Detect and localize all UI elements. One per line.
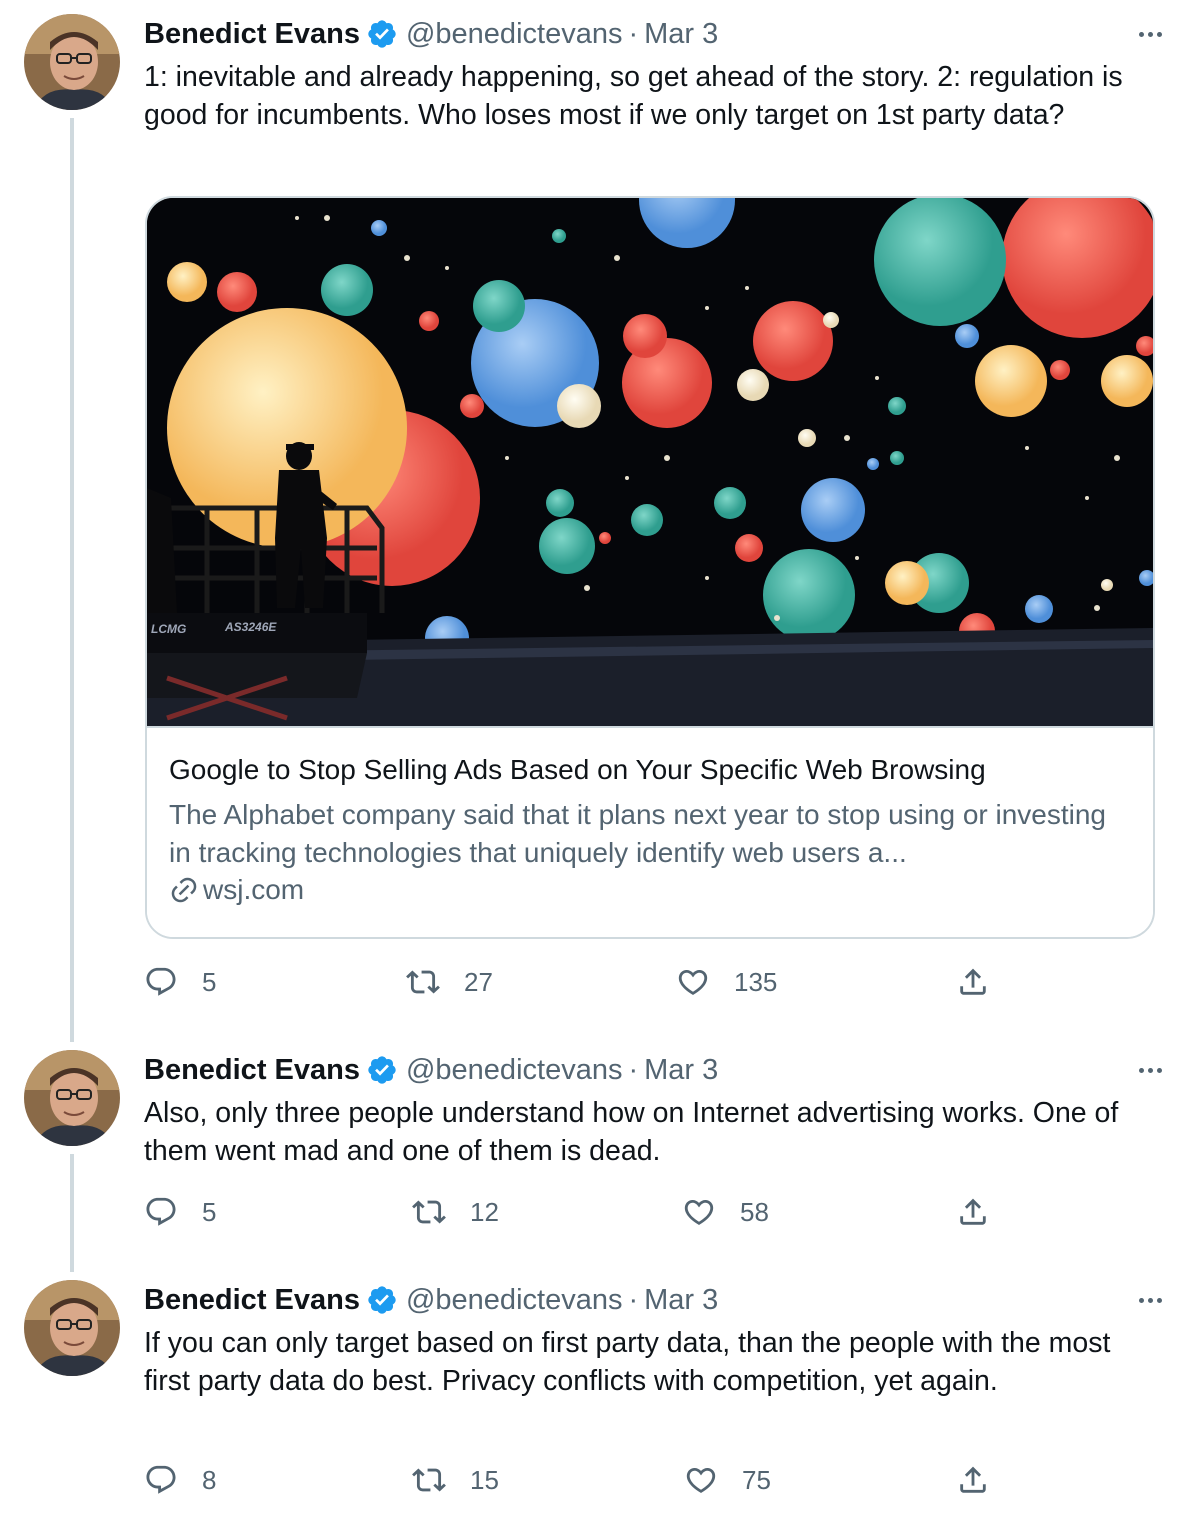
more-icon[interactable] xyxy=(1132,1052,1168,1088)
lift-label-left: LCMG xyxy=(151,622,186,636)
like-button[interactable]: 135 xyxy=(676,962,777,1002)
retweet-icon xyxy=(412,1468,446,1492)
tweet-date[interactable]: Mar 3 xyxy=(644,1054,718,1087)
like-count: 135 xyxy=(734,966,778,997)
retweet-count: 27 xyxy=(464,966,493,997)
card-image: LCMG AS3246E xyxy=(147,198,1153,726)
reply-button[interactable]: 8 xyxy=(144,1460,216,1500)
tweet-actions: 5 27 135 xyxy=(144,962,1044,1002)
retweet-icon xyxy=(406,970,440,994)
tweet-actions: 5 12 58 xyxy=(144,1192,1044,1232)
tweet-date[interactable]: Mar 3 xyxy=(644,18,718,51)
retweet-button[interactable]: 27 xyxy=(406,962,493,1002)
link-icon xyxy=(171,877,197,903)
tweet-header: Benedict Evans @benedictevans · Mar 3 xyxy=(144,1280,718,1320)
separator: · xyxy=(628,1053,639,1086)
reply-button[interactable]: 5 xyxy=(144,962,216,1002)
avatar[interactable] xyxy=(24,14,120,110)
tweet-header: Benedict Evans @benedictevans · Mar 3 xyxy=(144,14,718,54)
card-domain-text: wsj.com xyxy=(203,874,305,905)
tweet-date[interactable]: Mar 3 xyxy=(644,1284,718,1317)
card-title: Google to Stop Selling Ads Based on Your… xyxy=(169,754,986,785)
share-icon xyxy=(960,1466,986,1493)
like-icon xyxy=(686,1467,716,1493)
verified-badge-icon xyxy=(368,1056,396,1084)
separator: · xyxy=(628,17,639,50)
reply-icon xyxy=(146,1465,176,1494)
author-handle[interactable]: @benedictevans xyxy=(406,1054,622,1087)
author-handle[interactable]: @benedictevans xyxy=(406,18,622,51)
more-icon[interactable] xyxy=(1132,1282,1168,1318)
link-card[interactable]: LCMG AS3246E Google to Stop Selling Ads … xyxy=(145,196,1155,939)
reply-icon xyxy=(146,967,176,996)
share-button[interactable] xyxy=(956,1192,990,1232)
more-icon[interactable] xyxy=(1132,16,1168,52)
retweet-icon xyxy=(412,1200,446,1224)
separator: · xyxy=(628,1283,639,1316)
like-button[interactable]: 58 xyxy=(682,1192,769,1232)
tweet[interactable]: Benedict Evans @benedictevans · Mar 3 Al… xyxy=(0,1036,1186,1266)
retweet-button[interactable]: 12 xyxy=(412,1192,499,1232)
reply-count: 5 xyxy=(202,966,217,997)
verified-badge-icon xyxy=(368,20,396,48)
avatar[interactable] xyxy=(24,1050,120,1146)
author-name[interactable]: Benedict Evans xyxy=(144,18,360,51)
like-icon xyxy=(678,969,708,995)
like-button[interactable]: 75 xyxy=(684,1460,771,1500)
tweet-text: Also, only three people understand how o… xyxy=(144,1097,1119,1167)
avatar[interactable] xyxy=(24,1280,120,1376)
author-handle[interactable]: @benedictevans xyxy=(406,1284,622,1317)
like-count: 75 xyxy=(742,1464,771,1495)
tweet-header: Benedict Evans @benedictevans · Mar 3 xyxy=(144,1050,718,1090)
author-name[interactable]: Benedict Evans xyxy=(144,1054,360,1087)
author-name[interactable]: Benedict Evans xyxy=(144,1284,360,1317)
reply-icon xyxy=(146,1197,176,1226)
verified-badge-icon xyxy=(368,1286,396,1314)
tweet-actions: 8 15 75 xyxy=(144,1460,1044,1500)
tweet[interactable]: Benedict Evans @benedictevans · Mar 3 If… xyxy=(0,1266,1186,1520)
tweet-text: If you can only target based on first pa… xyxy=(144,1327,1111,1397)
retweet-count: 12 xyxy=(470,1196,499,1227)
card-body[interactable]: Google to Stop Selling Ads Based on Your… xyxy=(147,726,1153,937)
retweet-count: 15 xyxy=(470,1464,499,1495)
share-icon xyxy=(960,968,986,995)
retweet-button[interactable]: 15 xyxy=(412,1460,499,1500)
reply-count: 8 xyxy=(202,1464,217,1495)
tweet-text: 1: inevitable and already happening, so … xyxy=(144,61,1123,131)
reply-count: 5 xyxy=(202,1196,217,1227)
reply-button[interactable]: 5 xyxy=(144,1192,216,1232)
share-button[interactable] xyxy=(956,1460,990,1500)
lift-label-right: AS3246E xyxy=(224,620,277,634)
tweet[interactable]: Benedict Evans @benedictevans · Mar 3 1:… xyxy=(0,0,1186,1030)
card-description: The Alphabet company said that it plans … xyxy=(169,799,1107,868)
card-domain: wsj.com xyxy=(169,874,304,906)
like-count: 58 xyxy=(740,1196,769,1227)
share-button[interactable] xyxy=(956,962,990,1002)
share-icon xyxy=(960,1198,986,1225)
like-icon xyxy=(684,1199,714,1225)
